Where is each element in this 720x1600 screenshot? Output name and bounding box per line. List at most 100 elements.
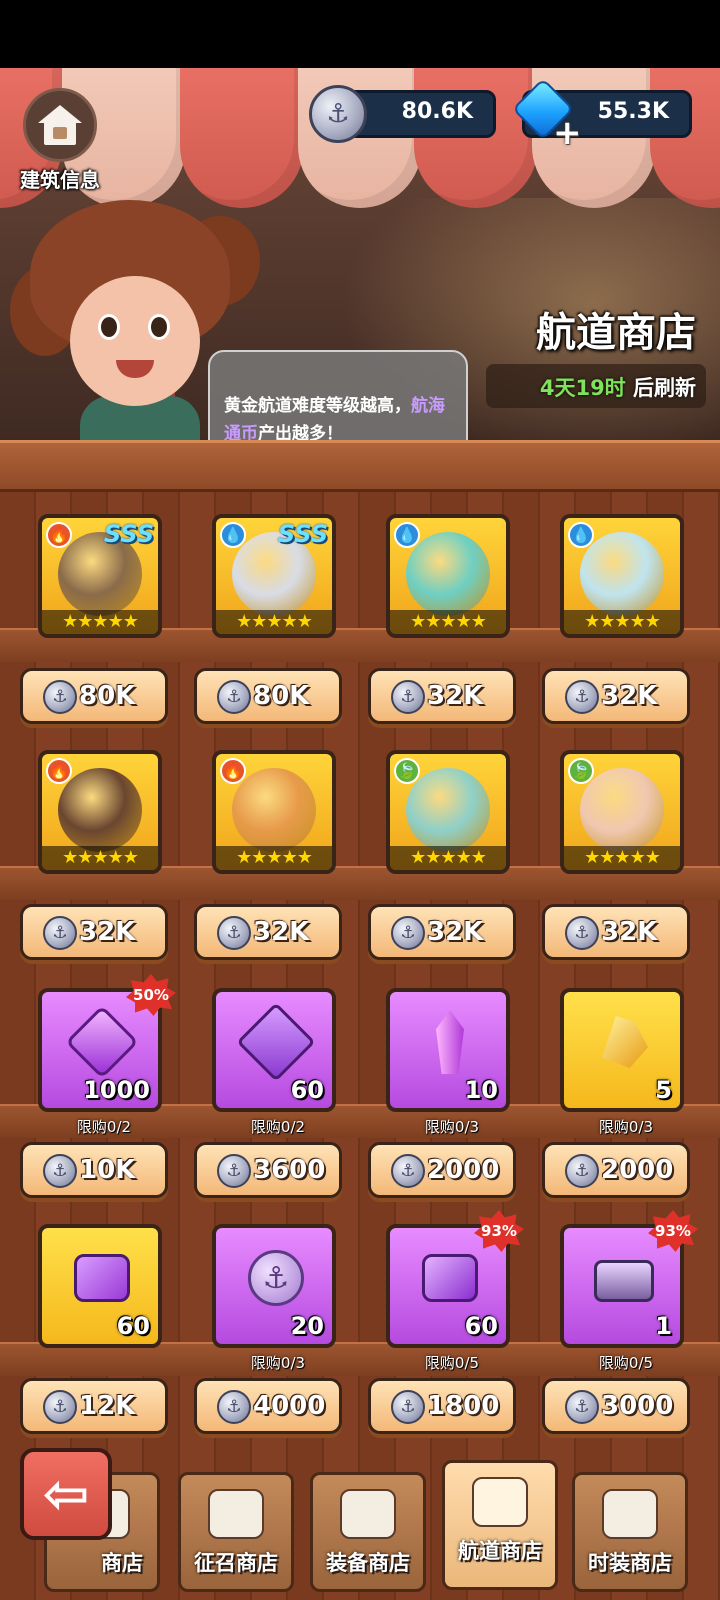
hero-card[interactable]: 🔥 ★★★★★ — [212, 750, 336, 874]
plus-icon[interactable]: + — [553, 116, 582, 150]
build-info-button[interactable]: 建筑信息 — [14, 88, 106, 192]
star-rating: ★★★★★ — [390, 610, 506, 634]
shop-item[interactable]: 💧 ★★★★★ ⚓ 32K — [542, 492, 710, 728]
price-value: 12K — [79, 1391, 136, 1421]
hero-card[interactable]: 🍃 ★★★★★ — [560, 750, 684, 874]
awning — [0, 68, 720, 208]
anchor-coin-icon: ⚓ — [391, 680, 425, 714]
awning-scallop — [180, 68, 304, 208]
price-value: 1800 — [427, 1391, 500, 1421]
price-button[interactable]: ⚓ 10K — [20, 1142, 168, 1198]
refresh-timer: 4天19时 后刷新 — [486, 364, 706, 408]
gold-crystal-icon — [592, 1010, 656, 1074]
shop-item[interactable]: 1000 50% 限购0/2 ⚓ 10K — [20, 966, 188, 1202]
hero-card[interactable]: 💧 ★★★★★ — [560, 514, 684, 638]
shop-item[interactable]: 💧 ★★★★★ ⚓ 32K — [368, 492, 536, 728]
hero-portrait — [406, 768, 490, 852]
tab-equipment-shop[interactable]: 装备商店 — [310, 1472, 426, 1592]
tab-recruit-shop[interactable]: 征召商店 — [178, 1472, 294, 1592]
price-button[interactable]: ⚓ 3000 — [542, 1378, 690, 1434]
hero-card[interactable]: 💧 ★★★★★ — [386, 514, 510, 638]
shop-item[interactable]: ⚓ 20 限购0/3 ⚓ 4000 — [194, 1202, 362, 1438]
price-button[interactable]: ⚓ 12K — [20, 1378, 168, 1434]
outfit-icon — [602, 1489, 658, 1539]
shop-item[interactable]: 60 93% 限购0/5 ⚓ 1800 — [368, 1202, 536, 1438]
purple-gem-icon — [65, 1005, 139, 1079]
anchor-coin-icon: ⚓ — [217, 1154, 251, 1188]
hero-portrait — [580, 532, 664, 616]
shop-item[interactable]: 1 93% 限购0/5 ⚓ 3000 — [542, 1202, 710, 1438]
star-rating: ★★★★★ — [216, 846, 332, 870]
shop-item[interactable]: 60 ⚓ 12K — [20, 1202, 188, 1438]
item-quantity: 1 — [655, 1312, 672, 1340]
status-bar — [0, 0, 720, 68]
anchor-coin-icon: ⚓ — [565, 1390, 599, 1424]
anchor-coin-counter[interactable]: ⚓ 80.6K — [309, 85, 496, 143]
tab-route-shop[interactable]: 航道商店 — [442, 1460, 558, 1590]
shop-item[interactable]: 5 限购0/3 ⚓ 2000 — [542, 966, 710, 1202]
price-button[interactable]: ⚓ 32K — [20, 904, 168, 960]
rank-badge: SSS — [277, 520, 328, 548]
item-card[interactable]: 60 — [38, 1224, 162, 1348]
item-card[interactable]: ⚓ 20 — [212, 1224, 336, 1348]
water-element-icon: 💧 — [394, 522, 420, 548]
anchor-coin-icon: ⚓ — [217, 680, 251, 714]
price-button[interactable]: ⚓ 32K — [194, 904, 342, 960]
tab-label: 航道商店 — [458, 1539, 542, 1563]
water-element-icon: 💧 — [220, 522, 246, 548]
anchor-coin-icon: ⚓ — [565, 916, 599, 950]
tab-label: 装备商店 — [326, 1551, 410, 1575]
hero-card[interactable]: 💧 SSS ★★★★★ — [212, 514, 336, 638]
tab-label: 时装商店 — [588, 1551, 672, 1575]
anchor-flag-icon — [472, 1477, 528, 1527]
fire-element-icon: 🔥 — [46, 522, 72, 548]
counter-top — [0, 440, 720, 492]
anchor-coin-icon: ⚓ — [391, 1154, 425, 1188]
star-rating: ★★★★★ — [390, 846, 506, 870]
price-button[interactable]: ⚓ 3600 — [194, 1142, 342, 1198]
arrow-left-icon: ⇦ — [42, 1461, 90, 1527]
item-card[interactable]: 60 — [212, 988, 336, 1112]
shop-item[interactable]: 🔥 SSS ★★★★★ ⚓ 80K — [20, 492, 188, 728]
build-info-circle — [23, 88, 97, 162]
purple-armor-fragment-icon — [418, 1246, 482, 1310]
price-button[interactable]: ⚓ 32K — [542, 668, 690, 724]
shop-item[interactable]: 🔥 ★★★★★ ⚓ 32K — [20, 728, 188, 964]
back-button[interactable]: ⇦ — [20, 1448, 112, 1540]
shop-item[interactable]: 🍃 ★★★★★ ⚓ 32K — [542, 728, 710, 964]
speech-text: 黄金航道难度等级越高， — [224, 396, 411, 416]
price-button[interactable]: ⚓ 4000 — [194, 1378, 342, 1434]
tab-label: 征召商店 — [194, 1551, 278, 1575]
price-value: 10K — [79, 1155, 136, 1185]
item-card[interactable]: 10 — [386, 988, 510, 1112]
price-button[interactable]: ⚓ 32K — [368, 668, 516, 724]
price-button[interactable]: ⚓ 32K — [542, 904, 690, 960]
shop-item[interactable]: 60 限购0/2 ⚓ 3600 — [194, 966, 362, 1202]
purple-crystal-icon — [418, 1010, 482, 1074]
tab-fashion-shop[interactable]: 时装商店 — [572, 1472, 688, 1592]
price-button[interactable]: ⚓ 80K — [194, 668, 342, 724]
price-button[interactable]: ⚓ 80K — [20, 668, 168, 724]
purchase-limit: 限购0/3 — [598, 1118, 654, 1136]
water-element-icon: 💧 — [568, 522, 594, 548]
shop-item[interactable]: 10 限购0/3 ⚓ 2000 — [368, 966, 536, 1202]
hero-portrait — [580, 768, 664, 852]
hero-card[interactable]: 🍃 ★★★★★ — [386, 750, 510, 874]
fire-element-icon: 🔥 — [220, 758, 246, 784]
shop-item[interactable]: 🔥 ★★★★★ ⚓ 32K — [194, 728, 362, 964]
price-button[interactable]: ⚓ 2000 — [368, 1142, 516, 1198]
star-rating: ★★★★★ — [216, 610, 332, 634]
price-value: 2000 — [427, 1155, 500, 1185]
star-rating: ★★★★★ — [564, 846, 680, 870]
hero-card[interactable]: 🔥 SSS ★★★★★ — [38, 514, 162, 638]
item-card[interactable]: 5 — [560, 988, 684, 1112]
price-button[interactable]: ⚓ 32K — [368, 904, 516, 960]
house-icon — [38, 105, 82, 145]
price-button[interactable]: ⚓ 2000 — [542, 1142, 690, 1198]
leaf-element-icon: 🍃 — [568, 758, 594, 784]
hero-card[interactable]: 🔥 ★★★★★ — [38, 750, 162, 874]
price-button[interactable]: ⚓ 1800 — [368, 1378, 516, 1434]
shop-item[interactable]: 🍃 ★★★★★ ⚓ 32K — [368, 728, 536, 964]
gem-counter[interactable]: + 55.3K — [511, 77, 692, 150]
shop-item[interactable]: 💧 SSS ★★★★★ ⚓ 80K — [194, 492, 362, 728]
